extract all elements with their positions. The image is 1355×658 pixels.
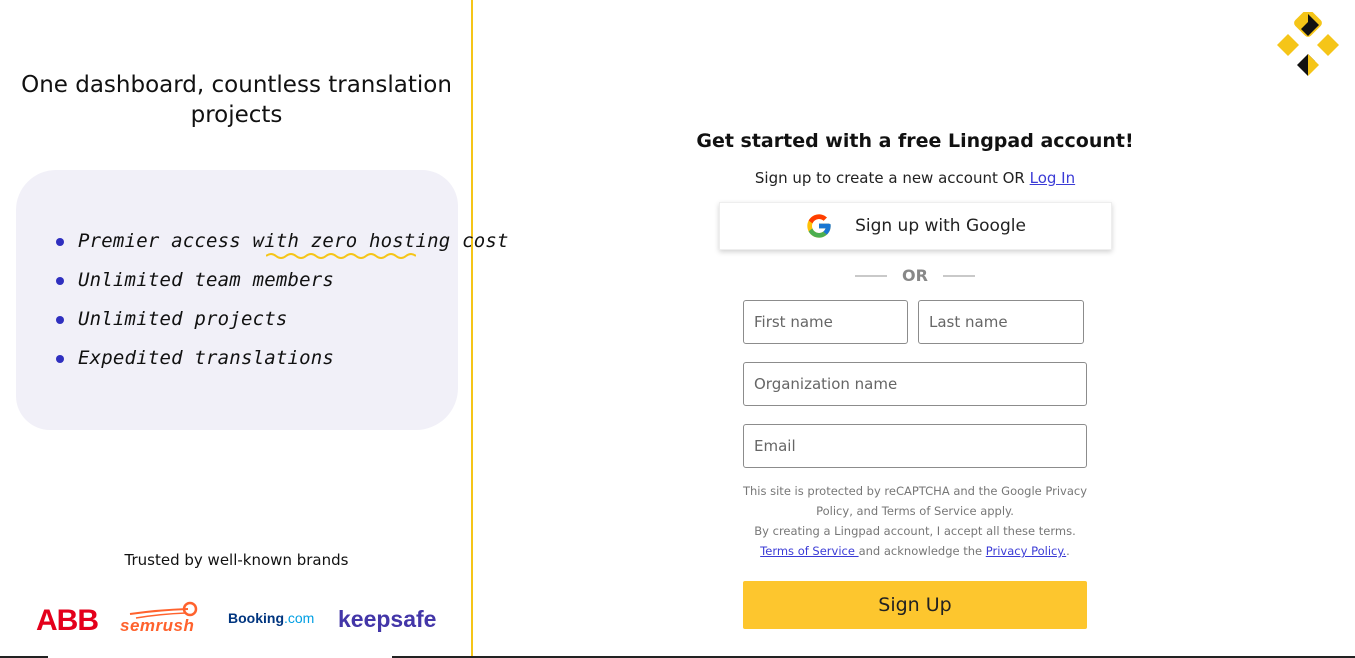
signup-panel: Get started with a free Lingpad account!… (475, 0, 1355, 658)
feature-text: Unlimited projects (78, 308, 288, 330)
terms-acceptance: By creating a Lingpad account, I accept … (754, 524, 1076, 538)
feature-card: Premier access with zero hosting cost Un… (16, 170, 508, 430)
signup-button[interactable]: Sign Up (743, 581, 1087, 629)
feature-item: Premier access with zero hosting cost (54, 222, 509, 261)
google-signup-button[interactable]: Sign up with Google (719, 202, 1112, 250)
signup-heading: Get started with a free Lingpad account! (696, 130, 1134, 152)
terms-links: Terms of Service and acknowledge the Pri… (735, 541, 1095, 561)
feature-text: Unlimited team members (78, 269, 335, 291)
last-name-input[interactable] (918, 300, 1084, 344)
legal-end-text: . (1066, 544, 1070, 558)
feature-item: Expedited translations (54, 339, 509, 378)
booking-logo-tld: .com (284, 610, 315, 626)
booking-logo-main: Booking (228, 610, 284, 626)
google-signup-label: Sign up with Google (855, 216, 1026, 236)
signup-subtitle: Sign up to create a new account OR Log I… (475, 169, 1355, 187)
semrush-logo: semrush (120, 616, 195, 635)
terms-of-service-link[interactable]: Terms of Service (760, 544, 858, 558)
organization-input[interactable] (743, 362, 1087, 406)
feature-list: Premier access with zero hosting cost Un… (54, 222, 509, 378)
bullet-icon (56, 316, 64, 324)
email-input[interactable] (743, 424, 1087, 468)
legal-middle-text: and acknowledge the (858, 544, 986, 558)
feature-text: Expedited translations (78, 347, 335, 369)
keepsafe-logo: keepsafe (338, 606, 437, 632)
first-name-input[interactable] (743, 300, 908, 344)
bullet-icon (56, 277, 64, 285)
bullet-icon (56, 238, 64, 246)
booking-logo: Booking.com (228, 610, 314, 626)
feature-text: Premier access with zero hosting cost (78, 230, 509, 252)
login-link[interactable]: Log In (1030, 169, 1076, 187)
feature-item: Unlimited projects (54, 300, 509, 339)
abb-logo: ABB (36, 604, 99, 637)
or-line-right (943, 275, 975, 277)
bullet-icon (56, 355, 64, 363)
lingpad-logo-icon[interactable] (1275, 12, 1341, 78)
left-panel: One dashboard, countless translation pro… (0, 0, 508, 658)
privacy-policy-link[interactable]: Privacy Policy. (986, 544, 1066, 558)
trusted-label: Trusted by well-known brands (124, 551, 349, 569)
legal-notice: This site is protected by reCAPTCHA and … (735, 481, 1095, 561)
squiggle-underline-icon (266, 253, 416, 259)
feature-item: Unlimited team members (54, 261, 509, 300)
left-title: One dashboard, countless translation pro… (21, 72, 452, 128)
recaptcha-notice: This site is protected by reCAPTCHA and … (742, 484, 1088, 518)
or-text: OR (902, 266, 928, 285)
or-line-left (855, 275, 887, 277)
brand-logos: ABB semrush Booking.com keepsafe (36, 598, 446, 638)
or-divider: OR (855, 266, 975, 288)
signup-subtitle-text: Sign up to create a new account OR (754, 169, 1030, 187)
google-g-icon (807, 214, 831, 238)
